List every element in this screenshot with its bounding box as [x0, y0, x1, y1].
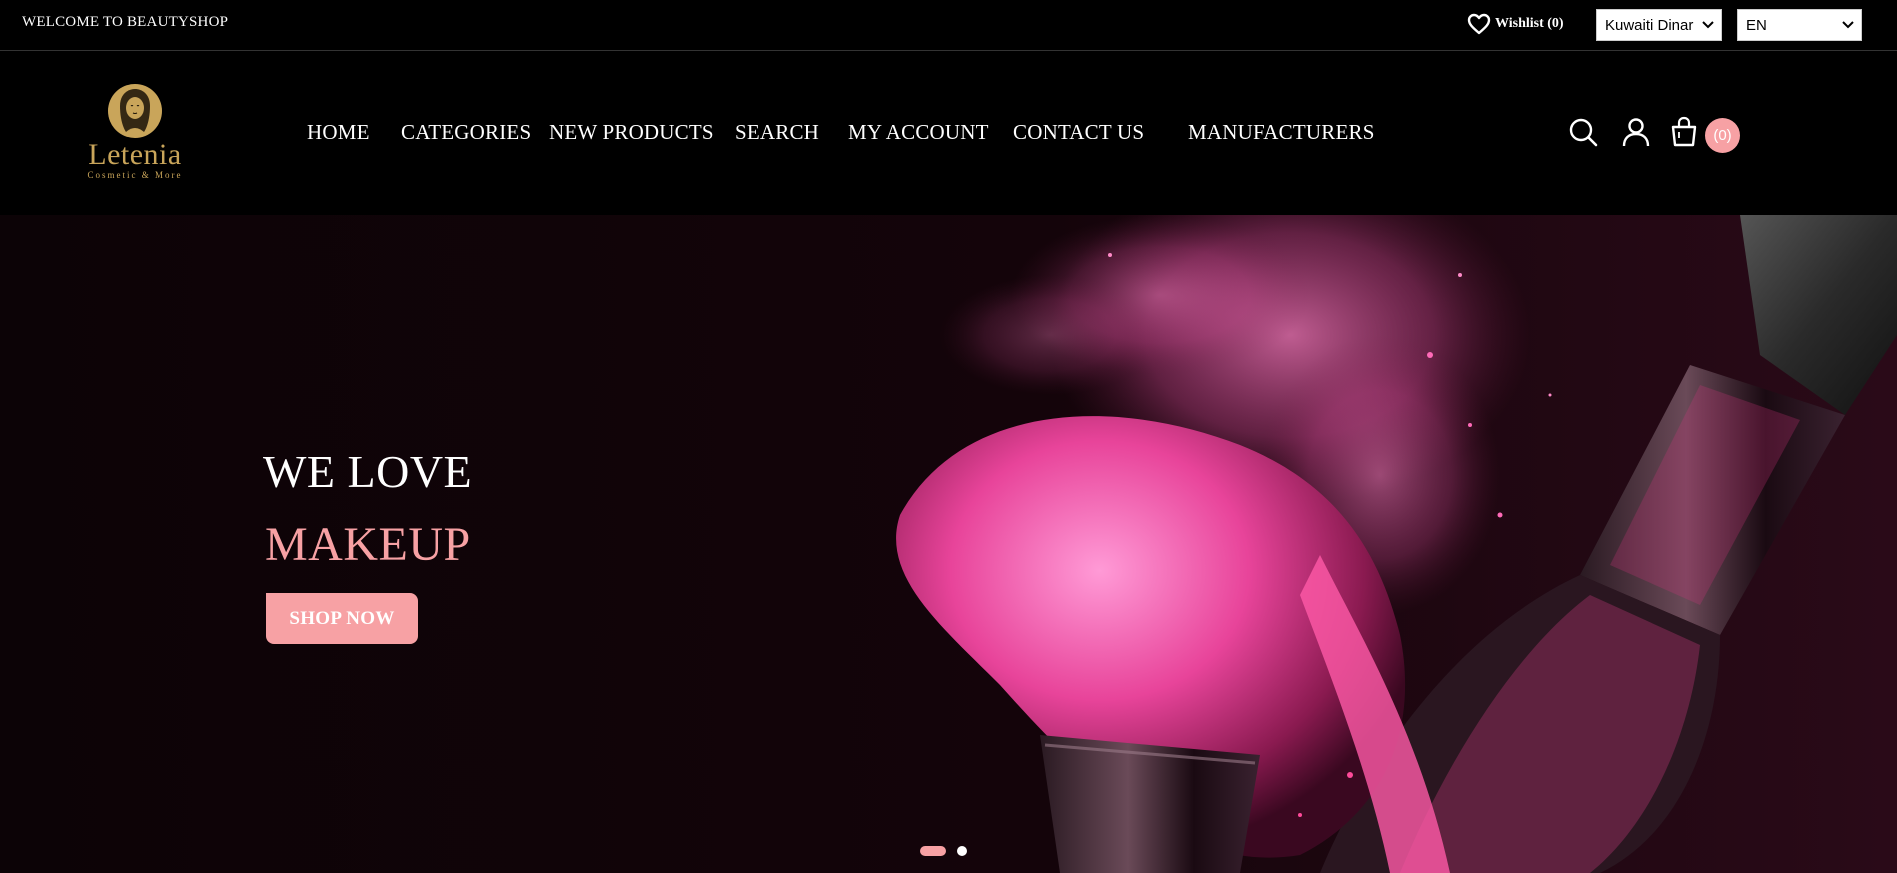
logo-emblem-icon — [108, 84, 162, 138]
logo-name: Letenia — [88, 138, 182, 171]
nav-my-account[interactable]: MY ACCOUNT — [848, 120, 989, 145]
shopping-bag-icon[interactable] — [1668, 116, 1700, 148]
logo-tagline: Cosmetic & More — [87, 170, 183, 180]
hero-banner: WE LOVE MAKEUP SHOP NOW — [0, 215, 1897, 873]
shop-now-button[interactable]: SHOP NOW — [266, 593, 418, 644]
heart-icon — [1467, 13, 1491, 35]
currency-select[interactable]: Kuwaiti Dinar — [1596, 9, 1722, 41]
nav-contact-us[interactable]: CONTACT US — [1013, 120, 1144, 145]
language-value: EN — [1746, 16, 1767, 34]
language-select[interactable]: EN — [1737, 9, 1862, 41]
site-logo[interactable]: Letenia Cosmetic & More — [80, 82, 190, 182]
hero-heading-line1: WE LOVE — [263, 446, 473, 497]
user-icon[interactable] — [1620, 116, 1652, 148]
hero-heading-line2: MAKEUP — [265, 518, 471, 571]
wishlist-label: Wishlist (0) — [1495, 16, 1564, 31]
nav-new-products[interactable]: NEW PRODUCTS — [549, 120, 714, 145]
nav-home[interactable]: HOME — [307, 120, 370, 145]
welcome-text: WELCOME TO BEAUTYSHOP — [22, 14, 229, 30]
top-bar: WELCOME TO BEAUTYSHOP Wishlist (0) Kuwai… — [0, 0, 1897, 51]
chevron-down-icon — [1702, 21, 1714, 29]
nav-categories[interactable]: CATEGORIES — [401, 120, 531, 145]
carousel-dot[interactable] — [957, 846, 967, 856]
currency-value: Kuwaiti Dinar — [1605, 16, 1694, 34]
wishlist-link[interactable]: Wishlist (0) — [1467, 13, 1564, 35]
carousel-dot-active[interactable] — [920, 846, 946, 856]
chevron-down-icon — [1842, 21, 1854, 29]
cart-count-badge[interactable]: (0) — [1705, 118, 1740, 153]
nav-manufacturers[interactable]: MANUFACTURERS — [1188, 120, 1375, 145]
nav-search[interactable]: SEARCH — [735, 120, 819, 145]
search-icon[interactable] — [1567, 116, 1599, 148]
main-header: Letenia Cosmetic & More HOME CATEGORIES … — [0, 52, 1897, 215]
